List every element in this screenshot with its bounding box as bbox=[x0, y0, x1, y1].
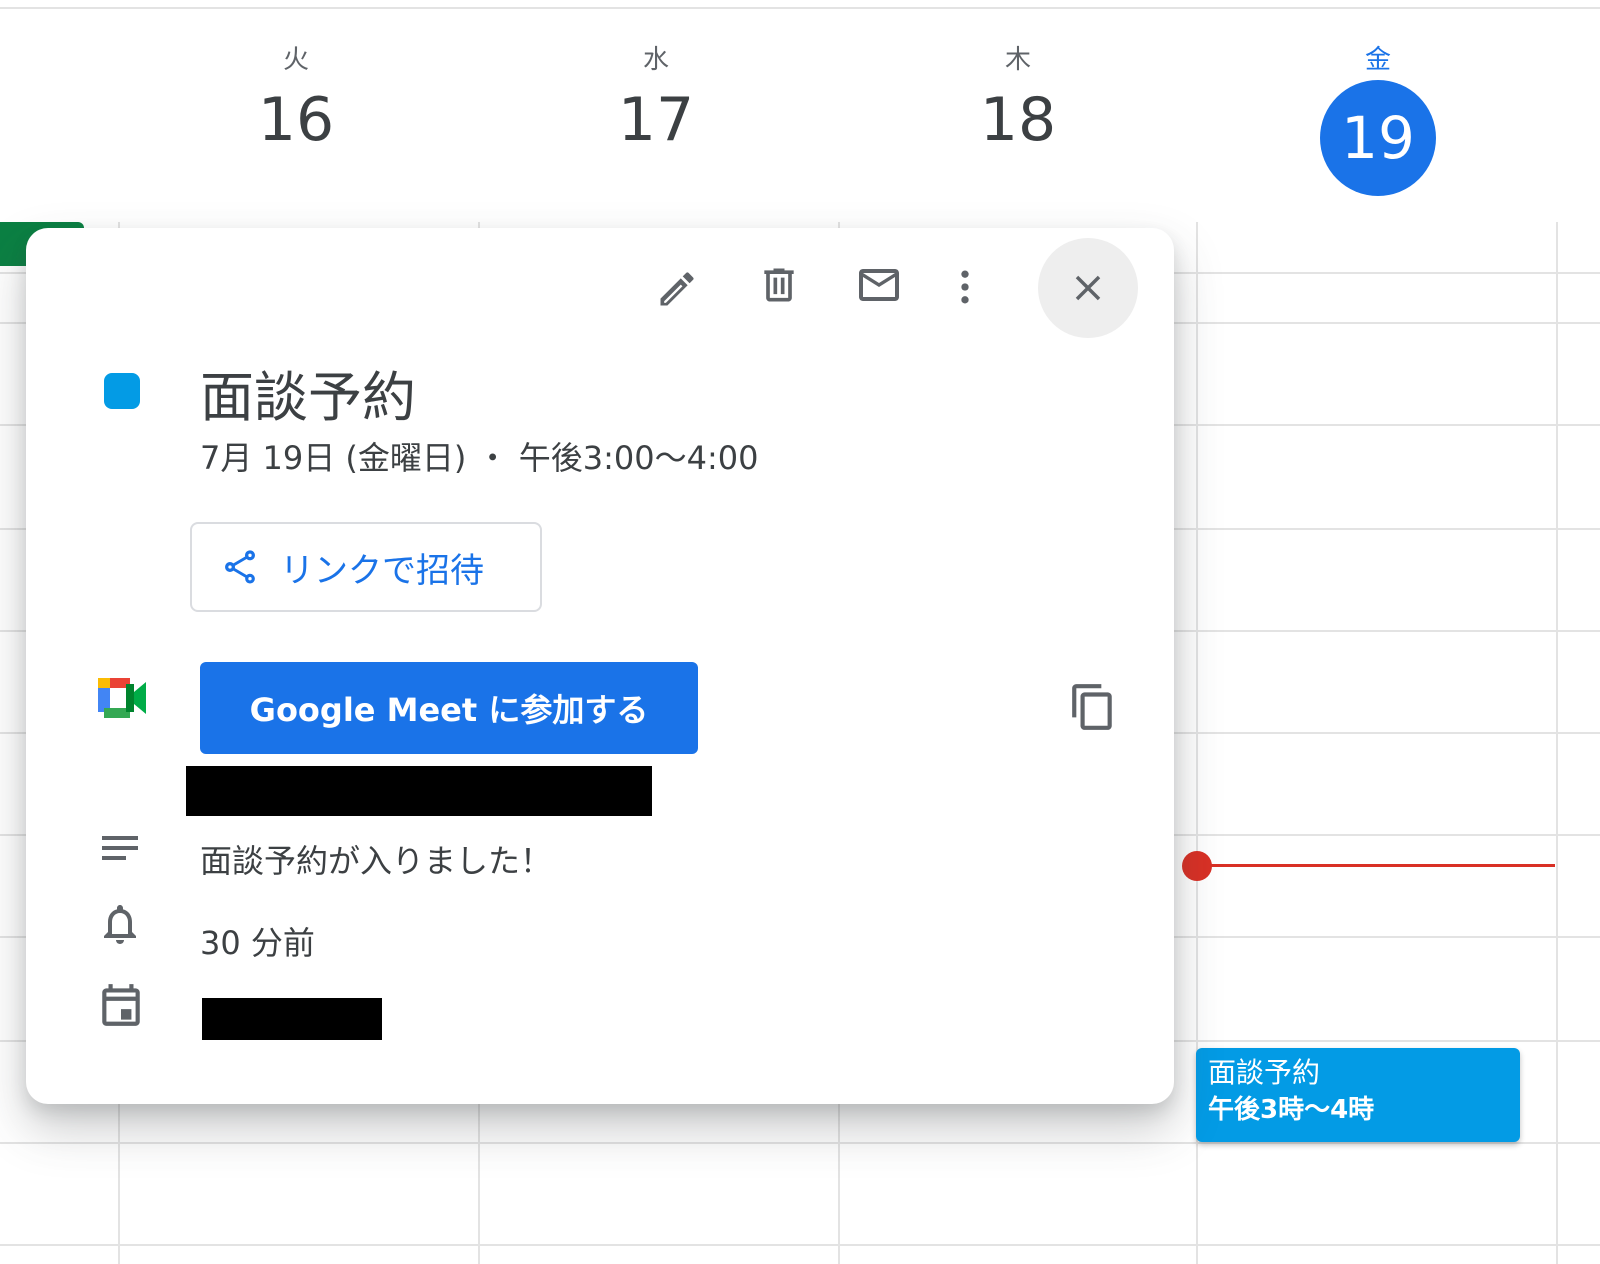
more-vert-icon bbox=[943, 265, 987, 309]
day-of-week-label: 水 bbox=[642, 45, 669, 75]
hour-line bbox=[0, 1142, 1600, 1144]
email-icon bbox=[855, 261, 903, 309]
email-guests-button[interactable] bbox=[834, 240, 924, 330]
google-meet-icon bbox=[98, 678, 148, 722]
header-divider bbox=[0, 7, 1600, 9]
edit-button[interactable] bbox=[632, 244, 722, 334]
calendar-event-chip[interactable]: 面談予約 午後3時〜4時 bbox=[1196, 1048, 1520, 1142]
copy-meeting-link-button[interactable] bbox=[1068, 682, 1118, 732]
hour-line bbox=[0, 1244, 1600, 1246]
delete-button[interactable] bbox=[734, 240, 824, 330]
bell-icon bbox=[96, 900, 144, 952]
day-number[interactable]: 18 bbox=[918, 80, 1118, 198]
day-header-19-today[interactable]: 金 19 bbox=[1278, 40, 1478, 196]
close-button[interactable] bbox=[1038, 238, 1138, 338]
day-of-week-label: 木 bbox=[1004, 45, 1031, 75]
share-icon bbox=[220, 547, 260, 587]
event-datetime: 7月 19日 (金曜日) ・ 午後3:00〜4:00 bbox=[200, 439, 759, 477]
event-description: 面談予約が入りました！ bbox=[200, 842, 553, 880]
redacted-calendar-owner bbox=[202, 998, 382, 1040]
current-time-line bbox=[1190, 864, 1555, 867]
day-header-16[interactable]: 火 16 bbox=[196, 40, 396, 198]
calendar-icon bbox=[96, 980, 146, 1034]
current-time-dot bbox=[1182, 851, 1212, 881]
day-header-18[interactable]: 木 18 bbox=[918, 40, 1118, 198]
day-of-week-label: 火 bbox=[282, 45, 309, 75]
event-details-popup: 面談予約 7月 19日 (金曜日) ・ 午後3:00〜4:00 リンクで招待 G… bbox=[26, 228, 1174, 1104]
invite-via-link-button[interactable]: リンクで招待 bbox=[190, 522, 542, 612]
edit-icon bbox=[655, 267, 699, 311]
notes-icon bbox=[96, 824, 144, 876]
day-column-line bbox=[1556, 222, 1558, 1264]
event-reminder: 30 分前 bbox=[200, 924, 315, 962]
close-icon bbox=[1067, 267, 1109, 309]
day-number[interactable]: 17 bbox=[556, 80, 756, 198]
delete-icon bbox=[757, 263, 801, 307]
event-color-swatch bbox=[104, 373, 140, 409]
event-chip-title: 面談予約 bbox=[1208, 1056, 1321, 1089]
event-chip-time: 午後3時〜4時 bbox=[1208, 1095, 1375, 1125]
join-google-meet-button[interactable]: Google Meet に参加する bbox=[200, 662, 698, 754]
event-title: 面談予約 bbox=[200, 366, 416, 429]
more-options-button[interactable] bbox=[920, 242, 1010, 332]
copy-icon bbox=[1068, 682, 1118, 732]
day-header-17[interactable]: 水 17 bbox=[556, 40, 756, 198]
invite-via-link-label: リンクで招待 bbox=[280, 550, 484, 591]
redacted-meeting-link bbox=[186, 766, 652, 816]
day-number-today[interactable]: 19 bbox=[1320, 80, 1436, 196]
day-of-week-label: 金 bbox=[1364, 45, 1391, 75]
day-number[interactable]: 16 bbox=[196, 80, 396, 198]
